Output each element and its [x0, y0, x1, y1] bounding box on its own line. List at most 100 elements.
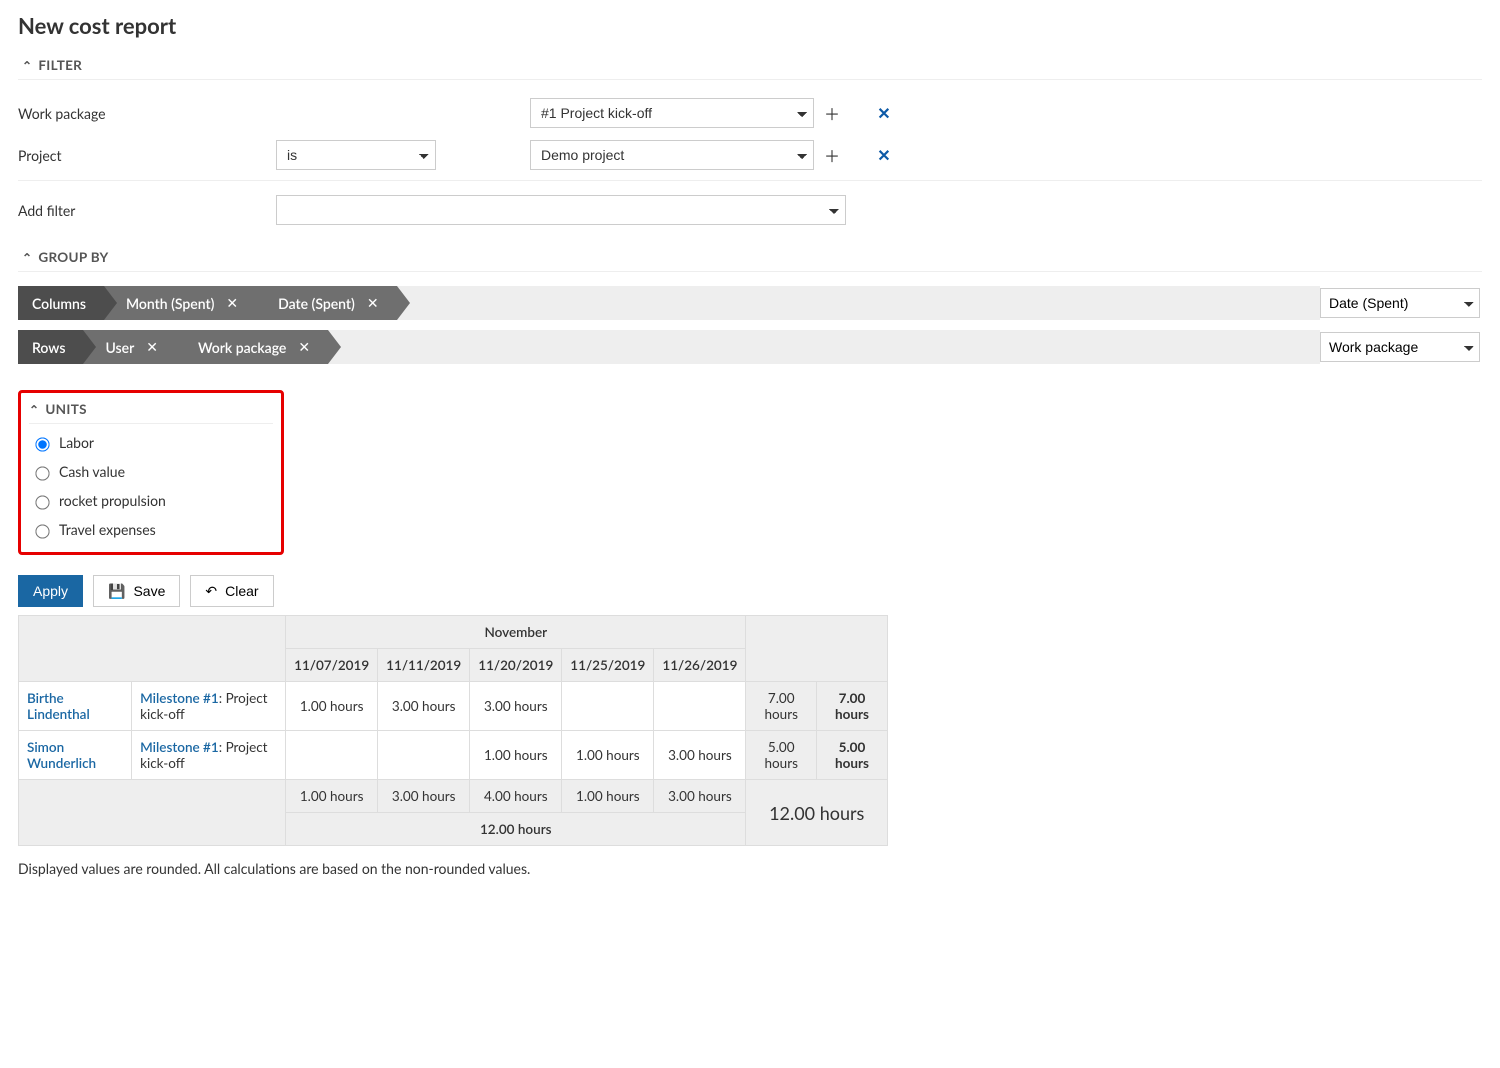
hours-cell: 3.00 hours [378, 682, 470, 731]
hours-cell: 3.00 hours [470, 682, 562, 731]
date-header: 11/07/2019 [286, 649, 378, 682]
add-filter-label: Add filter [18, 202, 276, 219]
col-total: 1.00 hours [562, 780, 654, 813]
close-icon[interactable]: ✕ [298, 338, 310, 356]
undo-icon: ↶ [205, 583, 217, 600]
groupby-chip[interactable]: Work package ✕ [176, 330, 328, 364]
unit-radio[interactable] [35, 437, 49, 451]
date-header: 11/20/2019 [470, 649, 562, 682]
save-icon: 💾 [108, 583, 125, 600]
table-corner [19, 616, 286, 682]
clear-button-label: Clear [225, 583, 258, 599]
row-subtotal: 7.00 hours [746, 682, 817, 731]
row-total: 5.00 hours [817, 731, 888, 780]
groupby-chip-label: User [105, 339, 134, 356]
workpackage-link[interactable]: Milestone #1 [140, 690, 219, 706]
workpackage-link[interactable]: Milestone #1 [140, 739, 219, 755]
close-icon[interactable]: ✕ [146, 338, 158, 356]
groupby-chip-label: Month (Spent) [126, 295, 214, 312]
groupby-rows-label: Rows [32, 339, 65, 356]
plus-icon[interactable]: ＋ [818, 99, 846, 127]
filter-operator-select[interactable]: is [276, 140, 436, 170]
user-cell: Birthe Lindenthal [19, 682, 132, 731]
unit-label: Cash value [59, 463, 125, 480]
groupby-section-label: Group by [38, 249, 108, 265]
units-section-toggle[interactable]: ⌃ Units [29, 393, 273, 424]
unit-label: rocket propulsion [59, 492, 166, 509]
month-header: November [286, 616, 746, 649]
table-corner [19, 780, 286, 846]
table-row: Simon Wunderlich Milestone #1: Project k… [19, 731, 888, 780]
units-section-label: Units [45, 401, 86, 417]
unit-label: Travel expenses [59, 521, 156, 538]
filter-value-select[interactable]: Demo project [530, 140, 814, 170]
filter-row-work-package: Work package #1 Project kick-off ＋ ✕ [18, 92, 1482, 134]
unit-radio[interactable] [35, 495, 49, 509]
chevron-up-icon: ⌃ [22, 58, 32, 73]
close-icon[interactable]: ✕ [870, 99, 898, 127]
groupby-section-toggle[interactable]: ⌃ Group by [18, 241, 1482, 272]
unit-radio[interactable] [35, 466, 49, 480]
grand-total: 12.00 hours [746, 780, 888, 846]
add-filter-select[interactable] [276, 195, 846, 225]
unit-option[interactable]: Labor [29, 424, 273, 453]
hours-cell [378, 731, 470, 780]
chevron-up-icon: ⌃ [22, 250, 32, 265]
unit-radio[interactable] [35, 524, 49, 538]
unit-option[interactable]: rocket propulsion [29, 482, 273, 511]
user-cell: Simon Wunderlich [19, 731, 132, 780]
user-link[interactable]: Birthe Lindenthal [27, 690, 90, 722]
col-total: 3.00 hours [378, 780, 470, 813]
filter-section-toggle[interactable]: ⌃ Filter [18, 49, 1482, 80]
groupby-chip[interactable]: Date (Spent) ✕ [256, 286, 396, 320]
unit-option[interactable]: Travel expenses [29, 511, 273, 540]
filter-section-label: Filter [38, 57, 82, 73]
column-totals-row: 1.00 hours 3.00 hours 4.00 hours 1.00 ho… [19, 780, 888, 813]
clear-button[interactable]: ↶ Clear [190, 575, 273, 607]
filter-panel: Work package #1 Project kick-off ＋ ✕ Pro… [18, 80, 1482, 181]
col-total: 4.00 hours [470, 780, 562, 813]
row-subtotal: 5.00 hours [746, 731, 817, 780]
close-icon[interactable]: ✕ [226, 294, 238, 312]
table-row: Birthe Lindenthal Milestone #1: Project … [19, 682, 888, 731]
date-header: 11/26/2019 [654, 649, 746, 682]
save-button-label: Save [133, 583, 165, 599]
filter-row-project: Project is Demo project ＋ ✕ [18, 134, 1482, 176]
groupby-chip[interactable]: User ✕ [83, 330, 175, 364]
units-panel-highlight: ⌃ Units Labor Cash value rocket propulsi… [18, 390, 284, 555]
date-header: 11/25/2019 [562, 649, 654, 682]
groupby-chip-label: Work package [198, 339, 286, 356]
groupby-columns-row: Columns Month (Spent) ✕ Date (Spent) ✕ D… [18, 286, 1482, 320]
hours-cell: 3.00 hours [654, 731, 746, 780]
plus-icon[interactable]: ＋ [818, 141, 846, 169]
unit-label: Labor [59, 434, 94, 451]
hours-cell [562, 682, 654, 731]
wp-cell: Milestone #1: Project kick-off [132, 682, 286, 731]
chevron-up-icon: ⌃ [29, 402, 39, 417]
date-header: 11/11/2019 [378, 649, 470, 682]
filter-value-select[interactable]: #1 Project kick-off [530, 98, 814, 128]
row-total: 7.00 hours [817, 682, 888, 731]
groupby-chip-label: Date (Spent) [278, 295, 355, 312]
apply-button[interactable]: Apply [18, 575, 83, 607]
groupby-chip[interactable]: Month (Spent) ✕ [104, 286, 256, 320]
user-link[interactable]: Simon Wunderlich [27, 739, 96, 771]
hours-cell: 1.00 hours [286, 682, 378, 731]
wp-cell: Milestone #1: Project kick-off [132, 731, 286, 780]
hours-cell [654, 682, 746, 731]
page-title: New cost report [18, 12, 1482, 39]
groupby-columns-head: Columns [18, 286, 104, 320]
col-total: 1.00 hours [286, 780, 378, 813]
close-icon[interactable]: ✕ [367, 294, 379, 312]
month-total: 12.00 hours [286, 813, 746, 846]
groupby-columns-label: Columns [32, 295, 86, 312]
unit-option[interactable]: Cash value [29, 453, 273, 482]
groupby-rows-select[interactable]: Work package [1320, 332, 1480, 362]
close-icon[interactable]: ✕ [870, 141, 898, 169]
hours-cell: 1.00 hours [562, 731, 654, 780]
save-button[interactable]: 💾 Save [93, 575, 180, 607]
groupby-rows-head: Rows [18, 330, 83, 364]
hours-cell [286, 731, 378, 780]
groupby-columns-select[interactable]: Date (Spent) [1320, 288, 1480, 318]
groupby-panel: Columns Month (Spent) ✕ Date (Spent) ✕ D… [18, 272, 1482, 364]
